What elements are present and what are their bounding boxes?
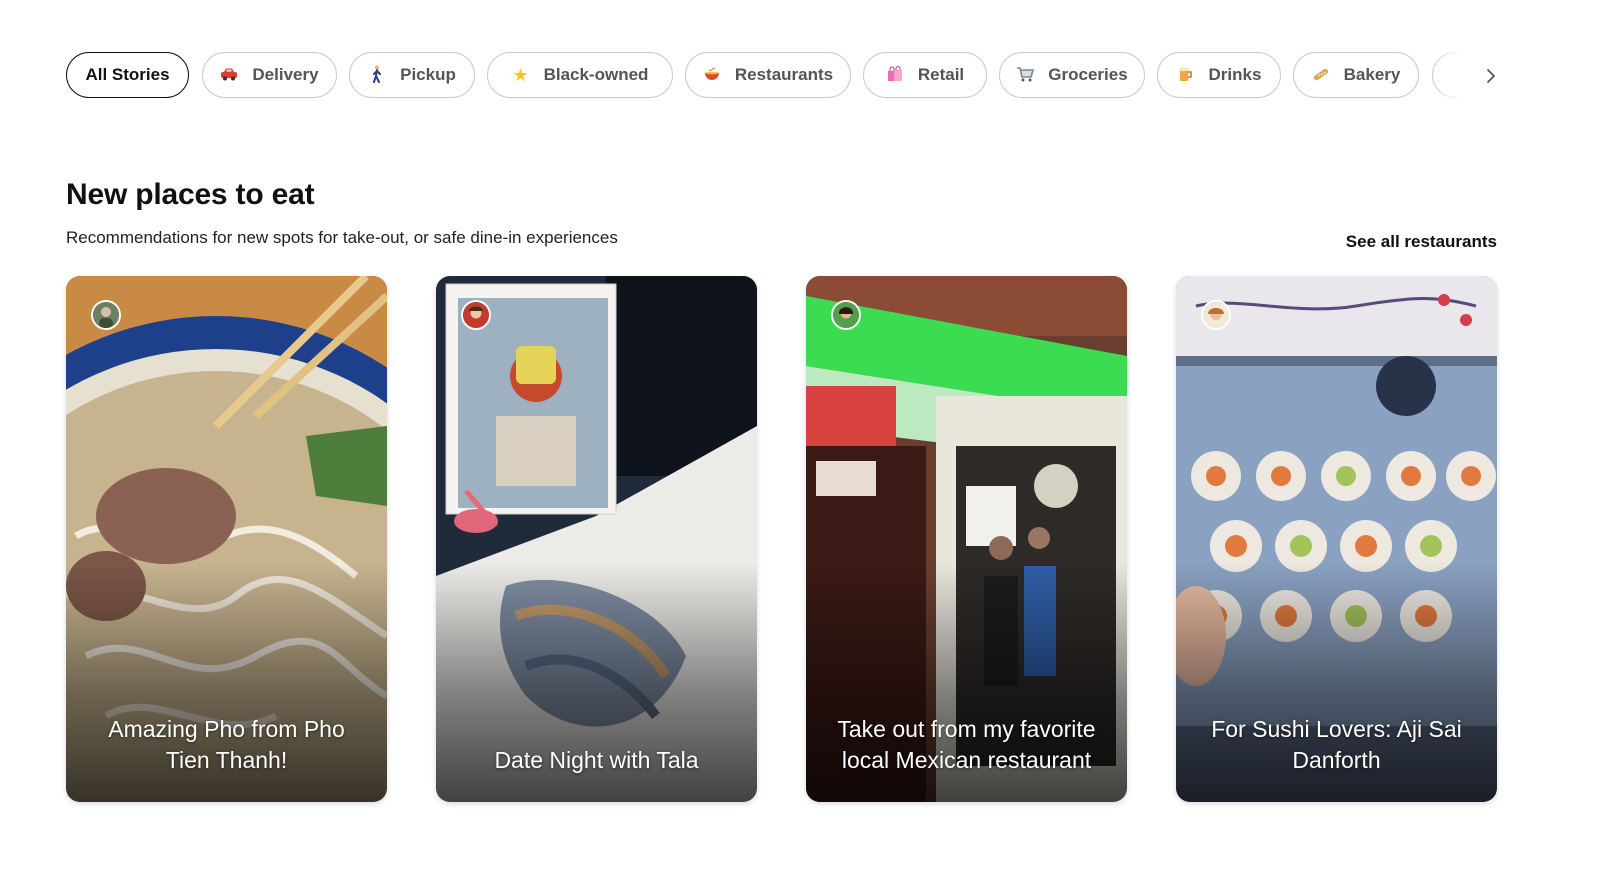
filter-chip-label: All Stories	[85, 65, 170, 84]
story-caption: Take out from my favorite local Mexican …	[837, 716, 1096, 773]
filter-chip-label: Restaurants	[734, 65, 834, 84]
filter-chip-label: Black-owned	[543, 65, 649, 84]
section-subtitle: Recommendations for new spots for take-o…	[66, 228, 618, 247]
shopping-bags-icon	[886, 65, 904, 85]
story-caption: Amazing Pho from Pho Tien Thanh!	[108, 716, 345, 773]
walking-person-icon	[368, 65, 386, 86]
see-all-restaurants-link[interactable]: See all restaurants	[1346, 232, 1497, 252]
filter-chip-black-owned[interactable]: ★ Black-owned	[487, 52, 673, 98]
star-icon: ★	[512, 65, 529, 85]
story-caption: Date Night with Tala	[494, 747, 699, 773]
car-icon	[220, 67, 238, 84]
author-avatar	[831, 300, 861, 330]
baguette-icon	[1312, 66, 1330, 85]
section-title: New places to eat	[66, 178, 315, 211]
story-card[interactable]: Date Night with Tala	[436, 276, 757, 802]
filter-chip-all-stories[interactable]: All Stories	[66, 52, 189, 98]
filter-chip-delivery[interactable]: Delivery	[202, 52, 337, 98]
story-card[interactable]: Take out from my favorite local Mexican …	[806, 276, 1127, 802]
story-caption: For Sushi Lovers: Aji Sai Danforth	[1211, 716, 1462, 773]
chevron-right-icon[interactable]	[1480, 64, 1502, 88]
filter-chip-drinks[interactable]: Drinks	[1157, 52, 1281, 98]
author-avatar	[1201, 300, 1231, 330]
filter-chip-label: Groceries	[1048, 65, 1128, 84]
filter-chip-label: Retail	[917, 65, 965, 84]
filter-chip-label: Drinks	[1208, 65, 1262, 84]
shopping-cart-icon	[1016, 66, 1035, 85]
filter-chip-pickup[interactable]: Pickup	[349, 52, 475, 98]
story-card[interactable]: Amazing Pho from Pho Tien Thanh!	[66, 276, 387, 802]
filter-chip-bakery[interactable]: Bakery	[1293, 52, 1419, 98]
beer-icon	[1177, 66, 1195, 85]
author-avatar	[461, 300, 491, 330]
author-avatar	[91, 300, 121, 330]
story-card[interactable]: For Sushi Lovers: Aji Sai Danforth	[1176, 276, 1497, 802]
filter-chip-restaurants[interactable]: Restaurants	[685, 52, 851, 98]
filter-chip-retail[interactable]: Retail	[863, 52, 987, 98]
bowl-icon	[703, 66, 721, 84]
story-filter-bar: All Stories Delivery Pickup ★ Black-owne…	[66, 52, 1506, 100]
filter-chip-groceries[interactable]: Groceries	[999, 52, 1145, 98]
filter-chip-label: Bakery	[1343, 65, 1401, 84]
filter-chip-label: Delivery	[252, 65, 319, 84]
filter-chip-label: Pickup	[400, 65, 456, 84]
